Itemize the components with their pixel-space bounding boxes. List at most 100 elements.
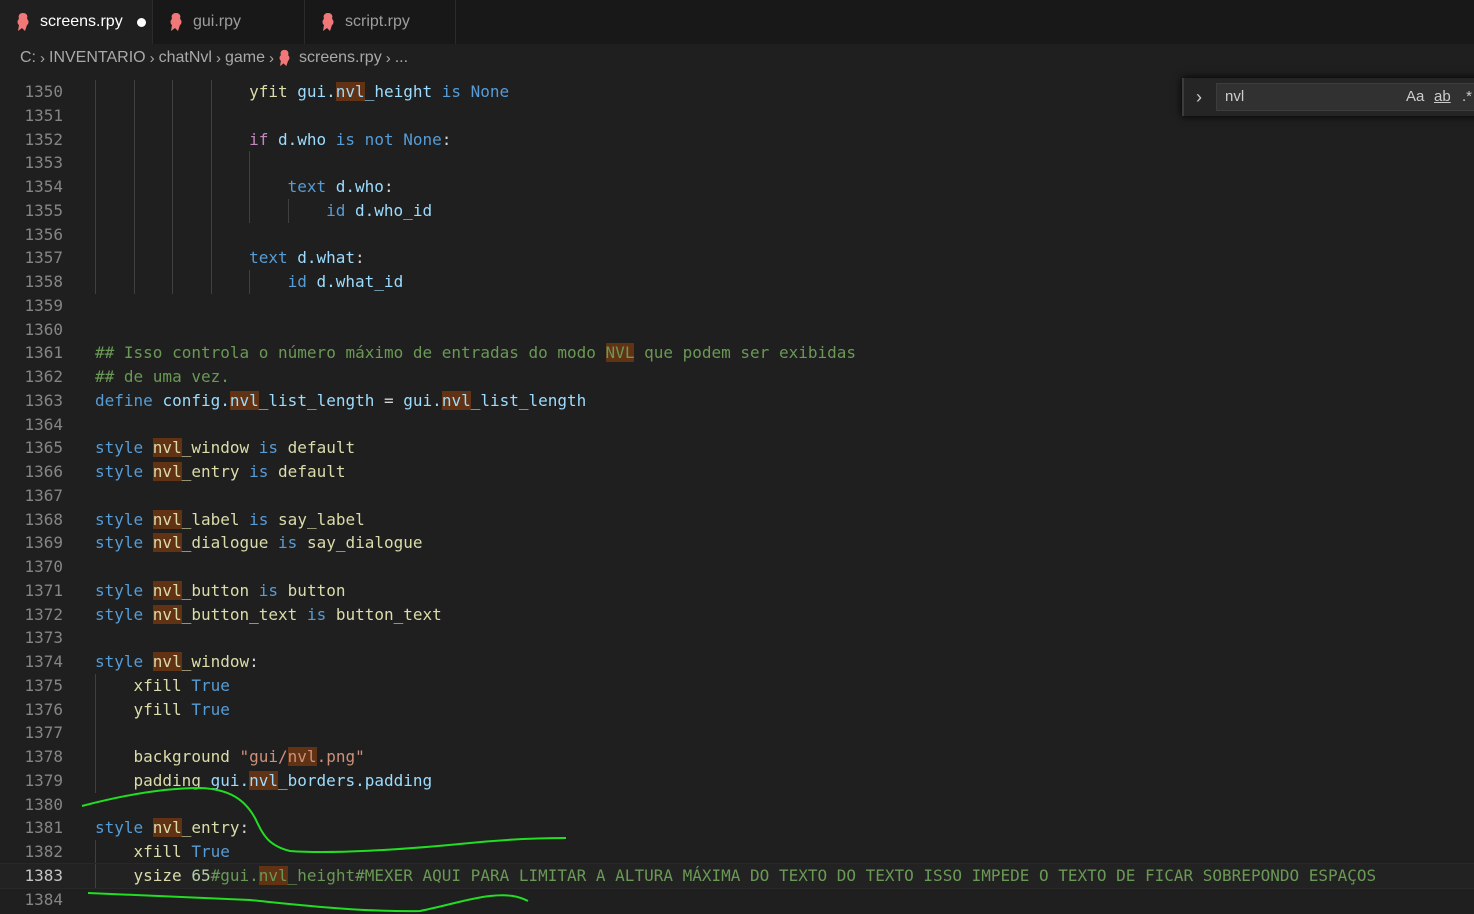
code-line[interactable]: 1382 xfill True xyxy=(0,840,1474,864)
code-token: ## de uma vez. xyxy=(95,367,230,386)
code-text: style nvl_button is button xyxy=(95,579,345,603)
code-token: is xyxy=(258,580,288,600)
code-line[interactable]: 1373 xyxy=(0,626,1474,650)
code-line[interactable]: 1369 style nvl_dialogue is say_dialogue xyxy=(0,531,1474,555)
code-token: is xyxy=(441,82,471,101)
code-line[interactable]: 1370 xyxy=(0,555,1474,579)
code-line[interactable]: 1365 style nvl_window is default xyxy=(0,436,1474,460)
code-token: 65 xyxy=(191,865,211,885)
breadcrumb-folder-inventario[interactable]: INVENTARIO xyxy=(49,49,146,67)
code-line[interactable]: 1371 style nvl_button is button xyxy=(0,579,1474,603)
line-number: 1382 xyxy=(24,842,63,861)
match-case-button[interactable]: Aa xyxy=(1406,88,1424,105)
code-editor[interactable]: 1350 yfit gui.nvl_height is None 1351 1352 i… xyxy=(0,72,1474,914)
search-match: nvl xyxy=(152,604,182,624)
renpy-file-icon xyxy=(16,12,30,32)
code-token: : xyxy=(355,248,365,268)
code-line[interactable]: 1383 ysize 65#gui.nvl_height#MEXER AQUI P… xyxy=(0,862,1474,889)
chevron-right-icon: › xyxy=(40,49,45,67)
tab-gui-rpy[interactable]: gui.rpy xyxy=(152,0,304,44)
breadcrumb-file[interactable]: screens.rpy xyxy=(299,49,382,67)
code-line[interactable]: 1374 style nvl_window: xyxy=(0,650,1474,674)
code-line[interactable]: 1362 ## de uma vez. xyxy=(0,365,1474,389)
line-number: 1368 xyxy=(24,509,63,529)
code-token: = xyxy=(384,390,404,410)
indent-guide xyxy=(172,151,174,176)
breadcrumb-symbol[interactable]: ... xyxy=(395,49,408,67)
tab-screens-rpy[interactable]: screens.rpy xyxy=(0,0,152,44)
code-token: is xyxy=(249,462,279,481)
indent-guide xyxy=(133,127,135,152)
code-line[interactable]: 1378 background "gui/nvl.png" xyxy=(0,745,1474,769)
match-whole-word-button[interactable]: ab xyxy=(1434,88,1451,105)
breadcrumb-folder-chatnvl[interactable]: chatNvl xyxy=(159,49,212,67)
indent-guide xyxy=(95,840,96,864)
code-line[interactable]: 1357 text d.what: xyxy=(0,246,1474,271)
tab-script-rpy[interactable]: script.rpy xyxy=(304,0,456,44)
indent-guide xyxy=(95,80,96,104)
code-text: yfit gui.nvl_height is None xyxy=(249,80,509,104)
code-line[interactable]: 1364 xyxy=(0,413,1474,437)
line-number: 1373 xyxy=(24,628,63,648)
line-number: 1378 xyxy=(24,747,63,766)
unsaved-dot-icon[interactable] xyxy=(136,17,146,27)
code-line[interactable]: 1359 xyxy=(0,294,1474,318)
breadcrumb-folder-game[interactable]: game xyxy=(225,49,265,67)
code-token: True xyxy=(191,842,230,861)
indent-guide xyxy=(95,198,96,223)
code-line[interactable]: 1381 style nvl_entry: xyxy=(0,816,1474,840)
indent-guide xyxy=(95,745,96,769)
code-token: background xyxy=(133,747,240,766)
code-line[interactable]: 1356 xyxy=(0,222,1474,247)
code-line[interactable]: 1379 padding gui.nvl_borders.padding xyxy=(0,768,1474,793)
code-token: style xyxy=(95,818,153,838)
indent-guide xyxy=(172,175,174,199)
code-token: #gui. xyxy=(210,865,259,885)
code-line[interactable]: 1367 xyxy=(0,484,1474,508)
code-line[interactable]: 1352 if d.who is not None: xyxy=(0,127,1474,152)
code-line[interactable]: 1355 id d.who_id xyxy=(0,198,1474,223)
search-match: NVL xyxy=(605,343,635,363)
line-number: 1376 xyxy=(24,699,63,719)
indent-guide xyxy=(95,697,96,722)
code-token: style xyxy=(95,533,153,553)
tab-label: script.rpy xyxy=(345,13,410,30)
code-line[interactable]: 1360 xyxy=(0,318,1474,342)
code-line[interactable]: 1384 xyxy=(0,888,1474,912)
code-line[interactable]: 1358 id d.what_id xyxy=(0,270,1474,294)
search-match: nvl xyxy=(287,747,317,766)
code-line[interactable]: 1380 xyxy=(0,793,1474,817)
code-line[interactable]: 1363 define config.nvl_list_length = gui.… xyxy=(0,389,1474,413)
line-number: 1360 xyxy=(24,319,63,339)
search-match: nvl xyxy=(152,818,182,838)
indent-guide xyxy=(172,103,174,128)
line-number: 1357 xyxy=(24,248,63,268)
search-match: nvl xyxy=(152,533,182,553)
code-line[interactable]: 1368 style nvl_label is say_label xyxy=(0,508,1474,532)
indent-guide xyxy=(210,175,212,199)
code-token: button_text xyxy=(335,604,442,624)
code-token: d.what xyxy=(297,248,356,268)
code-token: say_label xyxy=(278,509,365,529)
code-line[interactable]: 1361 ## Isso controla o número máximo de … xyxy=(0,341,1474,365)
code-token: _window xyxy=(181,438,259,458)
toggle-replace-chevron-icon[interactable]: › xyxy=(1196,87,1202,108)
code-line[interactable]: 1377 xyxy=(0,721,1474,746)
code-token: _entry xyxy=(181,818,240,838)
indent-guide xyxy=(133,151,135,176)
breadcrumb-drive[interactable]: C: xyxy=(20,49,36,67)
code-line[interactable]: 1353 xyxy=(0,151,1474,176)
code-line[interactable]: 1376 yfill True xyxy=(0,697,1474,722)
code-text: text d.who: xyxy=(288,175,394,199)
line-number: 1359 xyxy=(24,295,63,315)
code-token: id xyxy=(287,272,317,291)
indent-guide xyxy=(210,103,212,128)
code-line[interactable]: 1372 style nvl_button_text is button_text xyxy=(0,603,1474,627)
code-line[interactable]: 1354 text d.who: xyxy=(0,175,1474,199)
code-line[interactable]: 1375 xfill True xyxy=(0,673,1474,698)
code-token: is not xyxy=(335,129,404,149)
code-line[interactable]: 1366 style nvl_entry is default xyxy=(0,460,1474,484)
tab-bar: screens.rpy gui.rpy script.rpy xyxy=(0,0,1474,44)
breadcrumb: C: › INVENTARIO › chatNvl › game › scree… xyxy=(20,46,408,70)
use-regex-button[interactable]: .* xyxy=(1462,88,1472,105)
